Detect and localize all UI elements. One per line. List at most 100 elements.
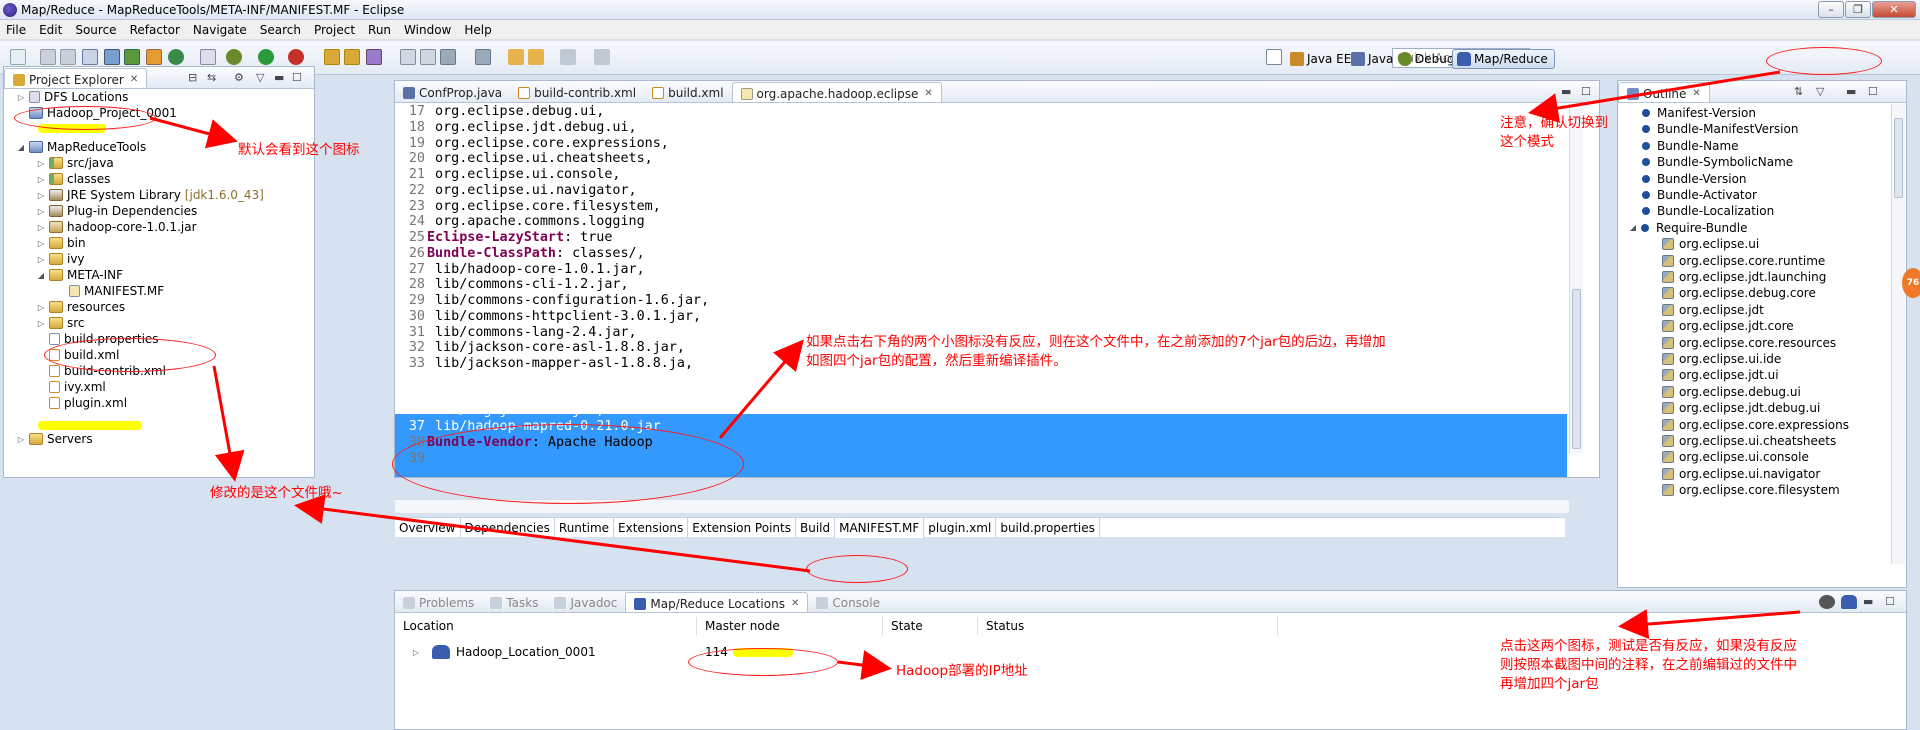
block-selection-icon[interactable] <box>420 49 436 65</box>
tree-item-ivy[interactable]: ▷ ivy <box>36 251 85 267</box>
page-build-properties[interactable]: build.properties <box>996 517 1100 538</box>
code-line[interactable]: 34 lib/hadoop-common-0.21.0.jar, <box>395 372 1595 388</box>
outline-item[interactable]: Bundle-Version <box>1642 171 1747 187</box>
outline-item[interactable]: org.eclipse.ui <box>1662 236 1759 252</box>
view-menu-icon[interactable]: ▽ <box>1816 85 1824 98</box>
code-line[interactable]: 18 org.eclipse.jdt.debug.ui, <box>395 120 1595 136</box>
menu-help[interactable]: Help <box>464 23 491 37</box>
print-icon[interactable] <box>82 49 98 65</box>
minimize-view-icon[interactable]: ▬ <box>274 71 284 84</box>
horizontal-scrollbar[interactable] <box>395 499 1569 513</box>
perspective-java-ee[interactable]: Java EE <box>1290 49 1351 69</box>
tree-item-dfs-locations[interactable]: ▷ DFS Locations <box>16 89 128 105</box>
code-line[interactable]: 29 lib/commons-configuration-1.6.jar, <box>395 293 1595 309</box>
page-extension-points[interactable]: Extension Points <box>688 517 796 538</box>
scrollbar-thumb[interactable] <box>1572 289 1581 449</box>
close-tab-icon[interactable]: ✕ <box>924 88 932 99</box>
toggle-breadcrumb-icon[interactable] <box>400 49 416 65</box>
outline-item[interactable]: Bundle-ManifestVersion <box>1642 121 1798 137</box>
tree-item-classes[interactable]: ▷ classes <box>36 171 111 187</box>
maximize-view-icon[interactable]: ☐ <box>1868 85 1878 98</box>
outline-item[interactable]: org.eclipse.core.filesystem <box>1662 482 1840 498</box>
tab-project-explorer[interactable]: Project Explorer ✕ <box>4 68 148 88</box>
code-line[interactable]: 39 <box>395 451 1595 467</box>
page-overview[interactable]: Overview <box>395 517 461 538</box>
page-extensions[interactable]: Extensions <box>614 517 689 538</box>
perspective-java[interactable]: Java <box>1351 49 1393 69</box>
tab-build-contrib-xml[interactable]: build-contrib.xml <box>510 82 644 102</box>
debug-icon[interactable] <box>226 49 242 65</box>
column-header-status[interactable]: Status <box>978 617 1278 635</box>
outline-item[interactable]: org.eclipse.core.runtime <box>1662 253 1825 269</box>
outline-item[interactable]: ◢ Require-Bundle <box>1630 220 1748 236</box>
code-line[interactable]: 22 org.eclipse.ui.navigator, <box>395 183 1595 199</box>
run-icon[interactable] <box>258 49 274 65</box>
tab-console[interactable]: Console <box>808 592 888 612</box>
maximize-view-icon[interactable]: ☐ <box>292 71 302 84</box>
tab-javadoc[interactable]: Javadoc <box>546 592 625 612</box>
tree-item-src[interactable]: ▷ src <box>36 315 85 331</box>
close-button[interactable]: ✕ <box>1872 1 1916 18</box>
tree-item-manifest-mf[interactable]: MANIFEST.MF <box>56 283 164 299</box>
code-line[interactable]: 38 Bundle-Vendor: Apache Hadoop <box>395 435 1595 451</box>
maximize-view-icon[interactable]: ☐ <box>1581 85 1591 98</box>
tree-item-hadoop-project[interactable]: Hadoop_Project_0001 <box>16 105 177 121</box>
vertical-scrollbar[interactable] <box>1569 104 1583 454</box>
open-type-icon[interactable] <box>344 49 360 65</box>
outline-item[interactable]: Bundle-Localization <box>1642 203 1774 219</box>
menu-run[interactable]: Run <box>368 23 391 37</box>
page-build[interactable]: Build <box>796 517 836 538</box>
refresh-icon[interactable] <box>168 49 184 65</box>
outline-item[interactable]: org.eclipse.jdt <box>1662 302 1764 318</box>
code-line[interactable]: 25 Eclipse-LazyStart: true <box>395 230 1595 246</box>
minimize-button[interactable]: – <box>1818 1 1844 18</box>
code-line[interactable]: 27 lib/hadoop-core-1.0.1.jar, <box>395 262 1595 278</box>
code-line[interactable]: 23 org.eclipse.core.filesystem, <box>395 199 1595 215</box>
forward-icon[interactable] <box>560 49 576 65</box>
tree-item-bin[interactable]: ▷ bin <box>36 235 86 251</box>
prev-annotation-icon[interactable] <box>475 49 491 65</box>
outline-item[interactable]: Bundle-SymbolicName <box>1642 154 1793 170</box>
outline-item[interactable]: org.eclipse.debug.ui <box>1662 384 1801 400</box>
tree-item-ivy-xml[interactable]: ivy.xml <box>36 379 106 395</box>
outline-item[interactable]: org.eclipse.core.expressions <box>1662 417 1849 433</box>
perspective-tool-icon[interactable] <box>146 49 162 65</box>
tab-map-reduce-locations[interactable]: Map/Reduce Locations ✕ <box>625 592 809 612</box>
search-tool-icon[interactable] <box>366 49 382 65</box>
outline-item[interactable]: org.eclipse.ui.navigator <box>1662 466 1820 482</box>
close-tab-icon[interactable]: ✕ <box>1692 88 1700 99</box>
outline-item[interactable]: Bundle-Activator <box>1642 187 1757 203</box>
outline-item[interactable]: org.eclipse.ui.console <box>1662 449 1809 465</box>
tab-org-apache-hadoop-eclipse[interactable]: org.apache.hadoop.eclipse ✕ <box>731 82 942 102</box>
page-plugin-xml[interactable]: plugin.xml <box>924 517 997 538</box>
perspective-map-reduce[interactable]: Map/Reduce <box>1452 49 1555 69</box>
menu-file[interactable]: File <box>6 23 26 37</box>
code-line[interactable]: 37 lib/hadoop-mapred-0.21.0.jar <box>395 419 1595 435</box>
tab-outline[interactable]: Outline ✕ <box>1618 82 1710 102</box>
outline-item[interactable]: org.eclipse.jdt.launching <box>1662 269 1826 285</box>
tree-item-servers[interactable]: ▷ Servers <box>16 431 93 447</box>
tree-item-plugin-xml[interactable]: plugin.xml <box>36 395 127 411</box>
code-line[interactable]: 19 org.eclipse.core.expressions, <box>395 136 1595 152</box>
new-icon[interactable] <box>10 49 26 65</box>
show-whitespace-icon[interactable] <box>124 49 140 65</box>
outline-scrollbar[interactable] <box>1891 104 1905 564</box>
table-row[interactable]: ▷ Hadoop_Location_0001 <box>411 643 596 661</box>
menu-refactor[interactable]: Refactor <box>130 23 180 37</box>
code-line[interactable]: 17 org.eclipse.debug.ui, <box>395 104 1595 120</box>
outline-item[interactable]: Manifest-Version <box>1642 105 1756 121</box>
tree-item-src-java[interactable]: ▷ src/java <box>36 155 114 171</box>
minimize-view-icon[interactable]: ▬ <box>1846 85 1856 98</box>
page-manifest-mf[interactable]: MANIFEST.MF <box>835 517 925 538</box>
tab-problems[interactable]: Problems <box>395 592 482 612</box>
tree-item-resources[interactable]: ▷ resources <box>36 299 125 315</box>
close-tab-icon[interactable]: ✕ <box>130 74 138 85</box>
perspective-debug[interactable]: Debug <box>1398 49 1454 69</box>
external-tools-icon[interactable] <box>288 49 304 65</box>
tree-item-build-xml[interactable]: build.xml <box>36 347 119 363</box>
page-dependencies[interactable]: Dependencies <box>461 517 555 538</box>
outline-item[interactable]: org.eclipse.debug.core <box>1662 285 1816 301</box>
code-line[interactable]: 21 org.eclipse.ui.console, <box>395 167 1595 183</box>
maximize-view-icon[interactable]: ☐ <box>1885 595 1895 608</box>
outline-item[interactable]: org.eclipse.jdt.debug.ui <box>1662 400 1820 416</box>
